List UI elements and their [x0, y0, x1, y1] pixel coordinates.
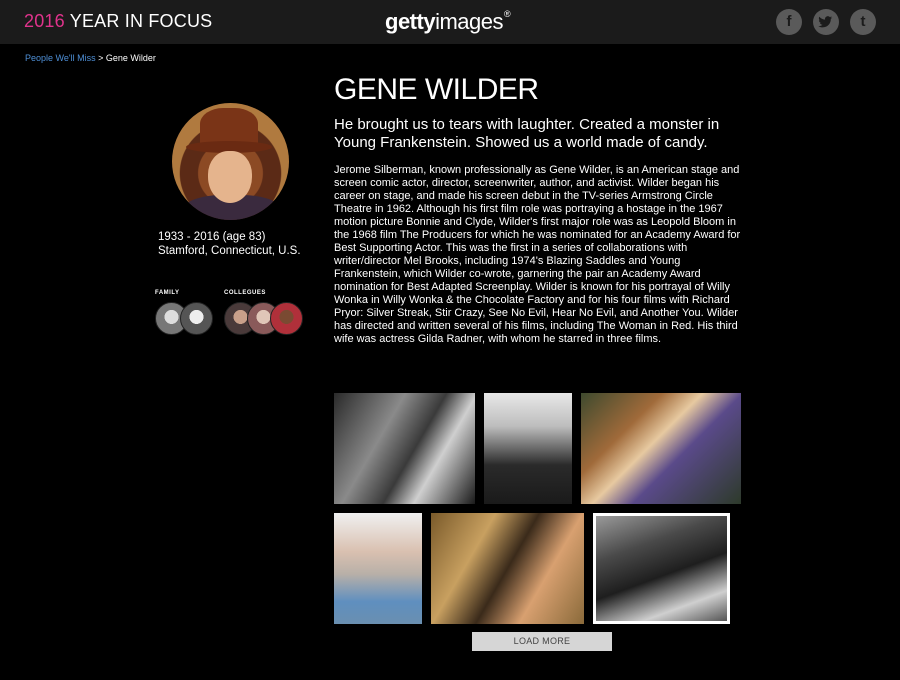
colleague-thumbnail-3[interactable]: [270, 302, 303, 335]
site-brand[interactable]: 2016 YEAR IN FOCUS: [24, 11, 212, 32]
family-thumbnail-2[interactable]: [180, 302, 213, 335]
breadcrumb: People We'll Miss > Gene Wilder: [25, 53, 156, 63]
gallery-photo-4[interactable]: [334, 513, 422, 624]
top-bar: 2016 YEAR IN FOCUS gettyimages® f t: [0, 0, 900, 44]
brand-title: YEAR IN FOCUS: [69, 11, 213, 31]
tumblr-icon[interactable]: t: [850, 9, 876, 35]
breadcrumb-current: Gene Wilder: [105, 53, 156, 63]
tagline: He brought us to tears with laughter. Cr…: [334, 116, 720, 151]
portrait-face-shape: [208, 151, 252, 203]
getty-images-logo[interactable]: gettyimages®: [385, 9, 511, 35]
breadcrumb-parent-link[interactable]: People We'll Miss: [25, 53, 96, 63]
load-more-button[interactable]: LOAD MORE: [472, 632, 612, 651]
birthplace: Stamford, Connecticut, U.S.: [158, 245, 301, 257]
family-label: FAMILY: [155, 290, 180, 296]
gallery-photo-5[interactable]: [431, 513, 584, 624]
logo-light: images: [435, 9, 503, 34]
twitter-icon[interactable]: [813, 9, 839, 35]
gallery-photo-1[interactable]: [334, 393, 475, 504]
facebook-icon[interactable]: f: [776, 9, 802, 35]
logo-bold: getty: [385, 9, 436, 34]
profile-portrait: [172, 103, 289, 220]
gallery-photo-2[interactable]: [484, 393, 572, 504]
logo-registered: ®: [503, 9, 511, 19]
brand-year: 2016: [24, 11, 65, 31]
gallery-photo-3[interactable]: [581, 393, 741, 504]
biography: Jerome Silberman, known professionally a…: [334, 164, 741, 345]
colleagues-label: COLLEGUES: [224, 290, 266, 296]
life-dates: 1933 - 2016 (age 83): [158, 231, 266, 243]
life-details: 1933 - 2016 (age 83) Stamford, Connectic…: [158, 230, 301, 258]
page-title: GENE WILDER: [334, 73, 539, 106]
gallery-photo-6-selected[interactable]: [593, 513, 730, 624]
breadcrumb-separator: >: [98, 53, 104, 63]
